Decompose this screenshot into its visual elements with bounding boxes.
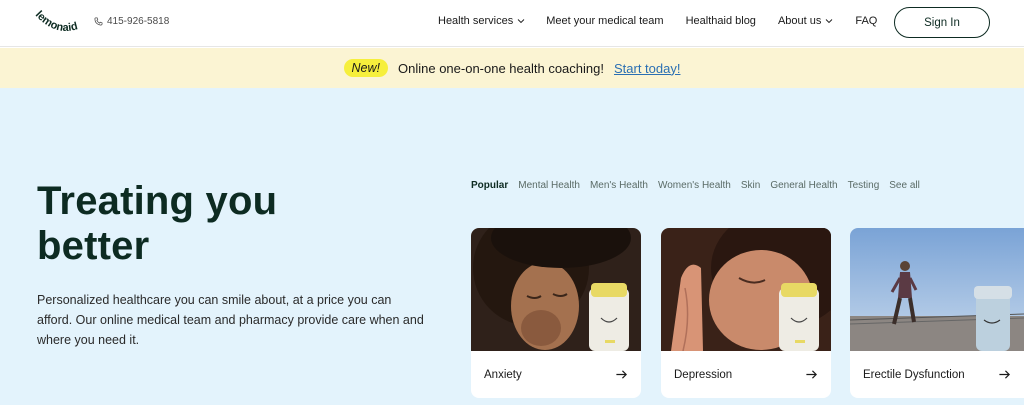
depression-photo — [661, 228, 831, 351]
card-label: Erectile Dysfunction — [863, 368, 965, 381]
nav-label: About us — [777, 15, 822, 27]
new-badge: New! — [343, 59, 388, 77]
lemonaid-logo[interactable]: lemonaid — [31, 9, 87, 37]
card-erectile-dysfunction[interactable]: Erectile Dysfunction — [850, 228, 1024, 398]
arrow-right-icon — [616, 370, 627, 379]
card-label: Depression — [674, 368, 733, 381]
card-label-row: Depression — [661, 351, 831, 398]
tab-mental-health[interactable]: Mental Health — [518, 180, 580, 191]
promo-banner: New! Online one-on-one health coaching! … — [0, 48, 1024, 88]
chevron-down-icon — [826, 19, 833, 24]
card-anxiety[interactable]: Anxiety — [471, 228, 641, 398]
tab-general-health[interactable]: General Health — [770, 180, 837, 191]
nav-about-us[interactable]: About us — [778, 15, 833, 27]
title-line-2: better — [37, 224, 150, 268]
hero-section: Treating you better Personalized healthc… — [0, 88, 1024, 405]
title-line-1: Treating you — [37, 179, 278, 223]
erectile-dysfunction-photo — [850, 228, 1024, 351]
tab-womens-health[interactable]: Women's Health — [658, 180, 731, 191]
tab-popular[interactable]: Popular — [471, 180, 508, 191]
nav-label: Health services — [438, 15, 514, 27]
arrow-right-icon — [806, 370, 817, 379]
card-image — [661, 228, 831, 351]
nav-blog[interactable]: Healthaid blog — [686, 15, 756, 27]
tab-mens-health[interactable]: Men's Health — [590, 180, 648, 191]
card-depression[interactable]: Depression — [661, 228, 831, 398]
card-label: Anxiety — [484, 368, 522, 381]
card-label-row: Anxiety — [471, 351, 641, 398]
svg-text:lemonaid: lemonaid — [33, 9, 79, 34]
tab-skin[interactable]: Skin — [741, 180, 760, 191]
card-image — [471, 228, 641, 351]
category-tabs: Popular Mental Health Men's Health Women… — [471, 180, 920, 191]
sign-in-button[interactable]: Sign In — [894, 7, 990, 38]
nav-label: Meet your medical team — [546, 15, 664, 27]
nav-label: FAQ — [855, 15, 878, 27]
phone-number: 415-926-5818 — [107, 16, 170, 27]
phone-icon — [94, 17, 103, 26]
nav-health-services[interactable]: Health services — [438, 15, 525, 27]
banner-text: Online one-on-one health coaching! — [398, 60, 604, 76]
phone-link[interactable]: 415-926-5818 — [94, 16, 169, 27]
page-title: Treating you better — [37, 179, 397, 269]
card-label-row: Erectile Dysfunction — [850, 351, 1024, 398]
nav-label: Healthaid blog — [685, 15, 756, 27]
tab-see-all[interactable]: See all — [889, 180, 920, 191]
main-nav: Health services Meet your medical team H… — [438, 15, 877, 27]
nav-faq[interactable]: FAQ — [855, 15, 877, 27]
start-today-link[interactable]: Start today! — [614, 61, 680, 76]
nav-medical-team[interactable]: Meet your medical team — [546, 15, 663, 27]
tab-testing[interactable]: Testing — [848, 180, 880, 191]
arrow-right-icon — [999, 370, 1010, 379]
top-nav: lemonaid 415-926-5818 Health services Me… — [0, 0, 1024, 47]
hero-subtitle: Personalized healthcare you can smile ab… — [37, 293, 424, 347]
card-image — [850, 228, 1024, 351]
anxiety-photo — [471, 228, 641, 351]
chevron-down-icon — [517, 19, 525, 24]
